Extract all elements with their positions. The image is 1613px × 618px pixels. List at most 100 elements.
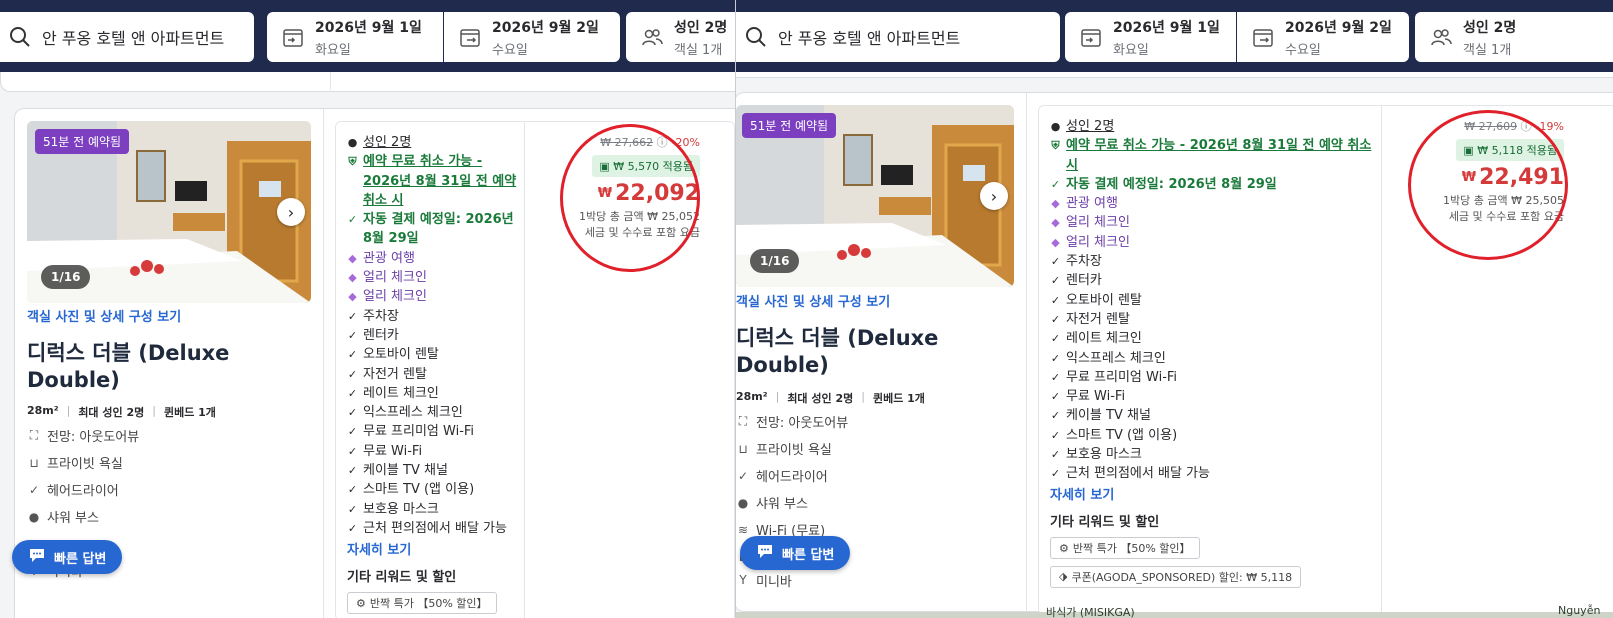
feature-view: ⛶ 전망: 아웃도어뷰 (736, 408, 848, 435)
quick-reply-label: 빠른 답변 (54, 551, 107, 567)
tag-icon: ⬗ (1059, 570, 1068, 584)
benefit-item: ✓ 무료 Wi-Fi (347, 442, 517, 461)
benefit-people: ● 성인 2명 (1050, 117, 1372, 136)
check-icon: ✓ (1050, 467, 1061, 481)
rooms-count: 객실 1개 (674, 42, 723, 58)
map-label-misikga: 바식가 (MISIKGA) (1046, 606, 1135, 618)
flash-deal-pill: ⚙ 반짝 특가 【50% 할인】 (1050, 537, 1200, 560)
people-icon (640, 25, 664, 49)
room-photo[interactable]: 51분 전 예약됨 1/16 › (736, 105, 1014, 287)
right-window: 안 푸옹 호텔 앤 아파트먼트 2026년 9월 1일화요일 2026년 9월 … (735, 0, 1613, 618)
checkout-day: 수요일 (1285, 42, 1321, 58)
search-input[interactable]: 안 푸옹 호텔 앤 아파트먼트 (0, 12, 254, 62)
photo-details-link[interactable]: 객실 사진 및 상세 구성 보기 (27, 306, 181, 325)
feature-shower: ● 샤워 부스 (28, 509, 99, 527)
gear-icon: ⚙ (356, 596, 366, 610)
checkin-field[interactable]: 2026년 9월 1일화요일 (1065, 12, 1236, 62)
benefit-item: ✓ 근처 편의점에서 배달 가능 (347, 519, 517, 538)
benefit-item: ✓ 레이트 체크인 (1050, 329, 1372, 348)
quick-reply-button[interactable]: 빠른 답변 (12, 540, 123, 574)
checkin-field[interactable]: 2026년 9월 1일 화요일 (267, 12, 443, 62)
benefit-item: ✓ 스마트 TV (앱 이용) (1050, 426, 1372, 445)
diamond-icon: ◆ (348, 251, 357, 265)
check-icon: ✓ (347, 386, 358, 400)
next-photo-chevron-icon[interactable]: › (980, 182, 1008, 210)
check-icon: ✓ (347, 425, 358, 439)
check-icon: ✓ (1050, 390, 1061, 404)
flash-deal-pill: ⚙ 반짝 특가 【50% 할인】 (347, 592, 497, 615)
check-icon: ✓ (1050, 293, 1061, 307)
check-icon: ✓ (1050, 428, 1061, 442)
coupon-pill: ⬗ 쿠폰(AGODA_SPONSORED) 할인: ₩ 5,118 (1050, 565, 1302, 588)
checkout-field[interactable]: 2026년 9월 2일수요일 (1237, 12, 1409, 62)
benefit-item: ✓ 주차장 (347, 307, 517, 326)
check-icon: ✓ (347, 521, 358, 535)
checkin-day: 화요일 (1113, 42, 1149, 58)
benefit-item: ✓ 보호용 마스크 (347, 500, 517, 519)
search-input[interactable]: 안 푸옹 호텔 앤 아파트먼트 (736, 12, 1060, 62)
room-bed: 퀸베드 1개 (163, 406, 216, 419)
checkin-date: 2026년 9월 1일 (1113, 19, 1220, 36)
guests-field[interactable]: 성인 2명객실 1개 (626, 12, 735, 62)
check-icon: ✓ (347, 502, 358, 516)
benefit-tour: ◆ 관광 여행 (347, 249, 517, 268)
diamond-icon: ◆ (1051, 235, 1060, 249)
column-divider-price (1381, 106, 1382, 612)
quick-reply-label: 빠른 답변 (782, 547, 835, 563)
check-icon: ✓ (1050, 351, 1061, 365)
check-icon: ✓ (1050, 409, 1061, 423)
benefit-item: ✓ 주차장 (1050, 252, 1372, 271)
chat-icon (756, 543, 774, 563)
benefit-early-checkin-1: ◆ 얼리 체크인 (347, 268, 517, 287)
other-rewards-heading: 기타 리워드 및 할인 (347, 570, 457, 586)
people-icon (1429, 25, 1453, 49)
map-strip (736, 612, 1613, 618)
photo-details-link[interactable]: 객실 사진 및 상세 구성 보기 (736, 291, 890, 310)
previous-card-edge (736, 72, 1613, 78)
checkout-field[interactable]: 2026년 9월 2일 수요일 (444, 12, 620, 62)
left-window: 안 푸옹 호텔 앤 아파트먼트 2026년 9월 1일 화요일 2026년 9월 … (0, 0, 735, 618)
column-divider (323, 109, 324, 618)
price-highlight-circle (1408, 110, 1568, 260)
price-highlight-circle (560, 124, 700, 272)
see-more-link[interactable]: 자세히 보기 (1050, 484, 1372, 503)
quick-reply-button[interactable]: 빠른 답변 (740, 536, 851, 570)
next-photo-chevron-icon[interactable]: › (277, 198, 305, 226)
benefit-free-cancel[interactable]: ⛨ 예약 무료 취소 가능 - 2026년 8월 31일 전 예약 취소 시 (347, 152, 517, 210)
checkout-date: 2026년 9월 2일 (1285, 19, 1392, 36)
room-max-guests: 최대 성인 2명 (78, 406, 145, 419)
guests-count: 성인 2명 (674, 19, 728, 36)
check-icon: ✓ (1050, 274, 1061, 288)
benefit-item: ✓ 스마트 TV (앱 이용) (347, 480, 517, 499)
checkin-date: 2026년 9월 1일 (315, 19, 422, 36)
room-specs: 28m² | 최대 성인 2명 | 퀸베드 1개 (736, 390, 925, 405)
diamond-icon: ◆ (1051, 216, 1060, 230)
column-divider-price (524, 122, 525, 618)
check-icon: ✓ (347, 464, 358, 478)
benefit-early-checkin-2: ◆ 얼리 체크인 (347, 287, 517, 306)
previous-card-edge (0, 72, 735, 92)
rooms-count: 객실 1개 (1463, 42, 1512, 58)
wifi-icon: ≋ (737, 522, 749, 537)
benefit-early-checkin-1: ◆ 얼리 체크인 (1050, 213, 1372, 232)
booked-recently-badge: 51분 전 예약됨 (742, 113, 837, 138)
room-bed: 퀸베드 1개 (872, 392, 925, 405)
check-icon: ✓ (347, 348, 358, 362)
other-rewards-heading: 기타 리워드 및 할인 (1050, 514, 1160, 530)
room-photo[interactable]: 51분 전 예약됨 1/16 › (27, 121, 311, 303)
benefit-item: ✓ 무료 Wi-Fi (1050, 387, 1372, 406)
feature-private-bath: ⊔ 프라이빗 욕실 (736, 435, 848, 462)
view-icon: ⛶ (738, 414, 748, 428)
map-label-nguyen: Nguyễn (1558, 604, 1601, 617)
see-more-link[interactable]: 자세히 보기 (347, 539, 517, 558)
benefit-item: ✓ 케이블 TV 채널 (1050, 406, 1372, 425)
benefit-auto-pay: ✓ 자동 결제 예정일: 2026년 8월 29일 (1050, 175, 1372, 194)
person-icon: ● (1050, 120, 1061, 133)
feature-minibar: Y미니바 (736, 570, 848, 590)
guests-field[interactable]: 성인 2명 객실 1개 (1415, 12, 1613, 62)
benefit-item: ✓ 케이블 TV 채널 (347, 461, 517, 480)
benefit-free-cancel[interactable]: ⛨ 예약 무료 취소 가능 - 2026년 8월 31일 전 예약 취소 시 (1050, 136, 1372, 175)
benefit-item: ✓ 렌터카 (347, 326, 517, 345)
benefit-people: ● 성인 2명 (347, 133, 517, 152)
check-icon: ✓ (347, 367, 358, 381)
